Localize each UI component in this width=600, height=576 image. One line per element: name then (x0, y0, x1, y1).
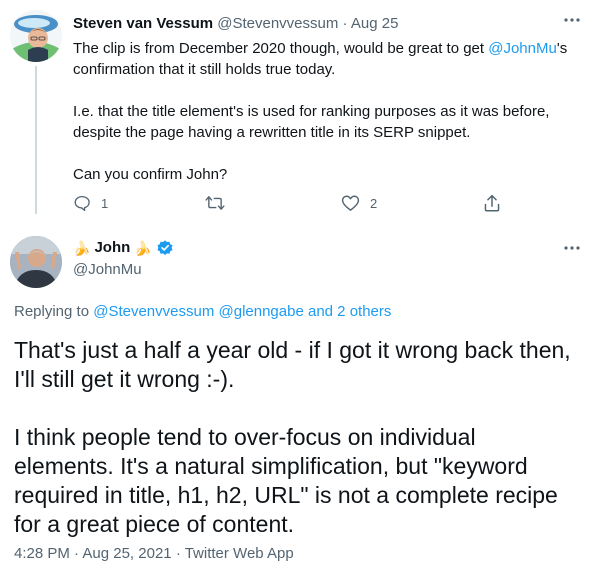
banana-emoji-left: 🍌 (73, 240, 91, 256)
replying-user-2[interactable]: @glenngabe (219, 303, 304, 320)
parent-avatar[interactable] (10, 10, 62, 62)
parent-header: Steven van Vessum @Stevenvvessum · Aug 2… (73, 14, 398, 34)
reply-action[interactable]: 1 (73, 194, 108, 212)
retweet-icon[interactable] (205, 194, 225, 212)
retweet-action[interactable] (205, 194, 235, 212)
reply-icon[interactable] (73, 194, 91, 212)
main-text-p2-line2: elements. It's a natural simplification,… (14, 453, 528, 479)
main-text-p1-line2: I'll still get it wrong :-). (14, 366, 235, 392)
parent-more-icon[interactable] (562, 10, 582, 30)
tweet-date[interactable]: Aug 25, 2021 (82, 545, 171, 562)
parent-text-para2-line1: I.e. that the title element's is used fo… (73, 103, 550, 120)
parent-date[interactable]: Aug 25 (351, 15, 399, 32)
parent-display-name[interactable]: Steven van Vessum (73, 15, 213, 32)
parent-text-line2: confirmation that it still holds true to… (73, 61, 336, 78)
parent-text-para3: Can you confirm John? (73, 166, 228, 183)
meta-separator-1: · (74, 545, 80, 562)
banana-emoji-right: 🍌 (134, 240, 152, 256)
share-icon[interactable] (483, 193, 501, 213)
parent-mention[interactable]: @JohnMu (488, 40, 557, 57)
thread-line (35, 66, 37, 214)
tweet-meta: 4:28 PM · Aug 25, 2021 · Twitter Web App (14, 544, 294, 564)
like-action[interactable]: 2 (341, 194, 377, 212)
parent-text-line1b: 's (556, 40, 568, 57)
like-count: 2 (370, 195, 378, 211)
tweet-source[interactable]: Twitter Web App (185, 545, 294, 562)
like-icon[interactable] (341, 194, 360, 212)
verified-badge-icon (156, 239, 174, 257)
main-text: That's just a half a year old - if I got… (14, 336, 594, 539)
replying-others[interactable]: and 2 others (308, 303, 391, 320)
parent-separator: · (342, 15, 348, 32)
main-handle[interactable]: @JohnMu (73, 260, 142, 280)
replying-to: Replying to @Stevenvvessum @glenngabe an… (14, 302, 391, 322)
parent-tweet: Steven van Vessum @Stevenvvessum · Aug 2… (0, 0, 600, 220)
main-text-p2-line3: required in title, h1, h2, URL" is not a… (14, 482, 558, 508)
share-action[interactable] (483, 193, 501, 213)
main-tweet: 🍌 John 🍌 @JohnMu Replying to @Stevenvves… (0, 226, 600, 576)
parent-handle[interactable]: @Stevenvvessum (217, 15, 338, 32)
parent-text-line1a: The clip is from December 2020 though, w… (73, 40, 489, 57)
main-text-p2-line4: for a great piece of content. (14, 511, 295, 537)
replying-user-1[interactable]: @Stevenvvessum (93, 303, 214, 320)
parent-text: The clip is from December 2020 though, w… (73, 38, 593, 185)
main-avatar[interactable] (10, 236, 62, 288)
main-more-icon[interactable] (562, 238, 582, 258)
main-text-p1-line1: That's just a half a year old - if I got… (14, 337, 571, 363)
tweet-time[interactable]: 4:28 PM (14, 545, 70, 562)
main-text-p2-line1: I think people tend to over-focus on ind… (14, 424, 476, 450)
reply-count: 1 (101, 195, 109, 211)
meta-separator-2: · (175, 545, 181, 562)
main-display-name[interactable]: John (94, 238, 130, 258)
main-name-row[interactable]: 🍌 John 🍌 (73, 238, 174, 258)
replying-prefix: Replying to (14, 303, 94, 320)
parent-text-para2-line2: despite the page having a rewritten titl… (73, 124, 471, 141)
